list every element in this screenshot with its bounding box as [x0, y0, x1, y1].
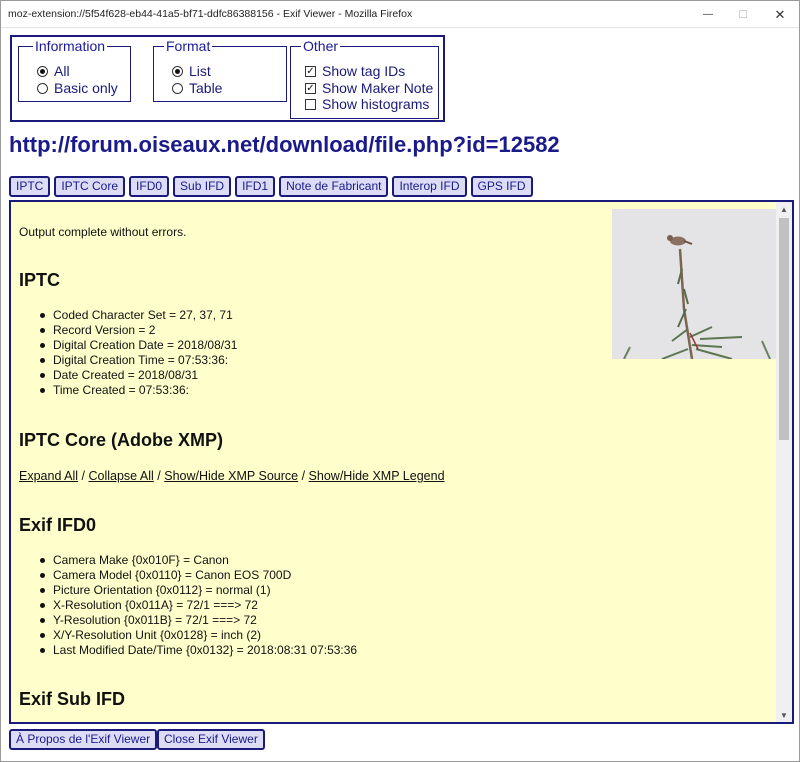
list-item: Y-Resolution {0x011B} = 72/1 ===> 72: [39, 613, 357, 628]
show-histograms-label: Show histograms: [322, 96, 430, 112]
iptc-core-heading: IPTC Core (Adobe XMP): [19, 430, 224, 450]
sub-ifd-heading: Exif Sub IFD: [19, 689, 126, 709]
exif-output-panel[interactable]: Output complete without errors. IPTC Cod…: [9, 200, 794, 724]
link-separator: /: [298, 469, 309, 483]
show-hide-xmp-legend-link[interactable]: Show/Hide XMP Legend: [309, 469, 445, 483]
show-histograms-option[interactable]: Show histograms: [305, 96, 429, 112]
close-window-button[interactable]: ✕: [757, 1, 800, 28]
format-table-option[interactable]: Table: [172, 80, 222, 96]
scroll-up-icon[interactable]: ▲: [776, 202, 792, 216]
list-item: Picture Orientation {0x0112} = normal (1…: [39, 583, 357, 598]
list-item: Digital Creation Date = 2018/08/31: [39, 338, 238, 352]
iptc-list: Coded Character Set = 27, 37, 71 Record …: [39, 308, 238, 398]
format-list-label: List: [189, 63, 211, 79]
show-maker-note-option[interactable]: ✓ Show Maker Note: [305, 80, 433, 96]
radio-basic-only[interactable]: [37, 82, 48, 94]
tab-iptc[interactable]: IPTC: [9, 176, 51, 197]
minimize-icon: —: [703, 9, 713, 20]
radio-list[interactable]: [172, 65, 183, 77]
show-histograms-checkbox[interactable]: [305, 98, 316, 110]
information-all-option[interactable]: All: [37, 63, 70, 79]
list-item: Digital Creation Time = 07:53:36:: [39, 353, 237, 368]
show-maker-note-checkbox[interactable]: ✓: [305, 82, 316, 94]
browser-window: moz-extension://5f54f628-eb44-41a5-bf71-…: [0, 0, 800, 762]
list-item: Date Created = 2018/08/31: [39, 368, 237, 383]
show-tag-ids-checkbox[interactable]: ✓: [305, 65, 316, 77]
photo-thumbnail: [612, 209, 777, 359]
xmp-links: Expand All / Collapse All / Show/Hide XM…: [19, 469, 445, 483]
format-table-label: Table: [189, 80, 223, 96]
tab-iptc-core[interactable]: IPTC Core: [54, 176, 126, 197]
tab-maker-note[interactable]: Note de Fabricant: [279, 176, 389, 197]
close-viewer-button[interactable]: Close Exif Viewer: [157, 729, 265, 750]
list-item: X/Y-Resolution Unit {0x0128} = inch (2): [39, 628, 357, 643]
link-separator: /: [153, 469, 165, 483]
other-group: Other ✓ Show tag IDs ✓ Show Maker Note S…: [290, 38, 439, 119]
list-item: Camera Make {0x010F} = Canon: [39, 553, 357, 568]
information-legend: Information: [33, 38, 108, 54]
tab-interop-ifd[interactable]: Interop IFD: [392, 176, 467, 197]
ifd0-list: Camera Make {0x010F} = Canon Camera Mode…: [39, 553, 358, 658]
list-item: Time Created = 07:53:36:: [39, 383, 237, 398]
show-hide-xmp-source-link[interactable]: Show/Hide XMP Source: [164, 469, 298, 483]
iptc-heading: IPTC: [19, 270, 61, 290]
show-tag-ids-label: Show tag IDs: [322, 63, 406, 79]
ifd0-heading: Exif IFD0: [19, 515, 97, 535]
expand-all-link[interactable]: Expand All: [19, 469, 78, 483]
status-message: Output complete without errors.: [19, 225, 187, 239]
list-item: Coded Character Set = 27, 37, 71: [39, 308, 237, 323]
format-legend: Format: [164, 38, 213, 54]
show-maker-note-label: Show Maker Note: [322, 80, 434, 96]
collapse-all-link[interactable]: Collapse All: [89, 469, 154, 483]
tab-gps-ifd[interactable]: GPS IFD: [470, 176, 533, 197]
scrollbar-thumb[interactable]: [779, 218, 789, 440]
information-group: Information All Basic only: [18, 38, 131, 102]
vertical-scrollbar[interactable]: ▲ ▼: [776, 202, 792, 722]
image-url: http://forum.oiseaux.net/download/file.p…: [9, 132, 560, 157]
information-basic-option[interactable]: Basic only: [37, 80, 118, 96]
information-basic-label: Basic only: [54, 80, 118, 96]
close-icon: ✕: [774, 6, 786, 22]
format-list-option[interactable]: List: [172, 63, 211, 79]
list-item: Camera Model {0x0110} = Canon EOS 700D: [39, 568, 357, 583]
radio-all[interactable]: [37, 65, 48, 77]
exif-output-content: Output complete without errors. IPTC Cod…: [17, 202, 777, 722]
section-tabs: IPTC IPTC Core IFD0 Sub IFD IFD1 Note de…: [9, 176, 537, 197]
window-title: moz-extension://5f54f628-eb44-41a5-bf71-…: [8, 8, 413, 20]
link-separator: /: [78, 469, 89, 483]
radio-table[interactable]: [172, 82, 183, 94]
scroll-down-icon[interactable]: ▼: [776, 708, 792, 722]
list-item: X-Resolution {0x011A} = 72/1 ===> 72: [39, 598, 357, 613]
options-form: Information All Basic only Format List T…: [10, 35, 445, 122]
tab-sub-ifd[interactable]: Sub IFD: [173, 176, 232, 197]
tab-ifd0[interactable]: IFD0: [129, 176, 170, 197]
list-item: Record Version = 2: [39, 323, 237, 338]
list-item: Last Modified Date/Time {0x0132} = 2018:…: [39, 643, 358, 657]
maximize-icon: ☐: [738, 9, 748, 21]
other-legend: Other: [301, 38, 341, 54]
show-tag-ids-option[interactable]: ✓ Show tag IDs: [305, 63, 405, 79]
format-group: Format List Table: [153, 38, 287, 102]
title-bar: moz-extension://5f54f628-eb44-41a5-bf71-…: [1, 1, 799, 28]
information-all-label: All: [54, 63, 70, 79]
about-button[interactable]: À Propos de l'Exif Viewer: [9, 729, 158, 750]
tab-ifd1[interactable]: IFD1: [235, 176, 276, 197]
